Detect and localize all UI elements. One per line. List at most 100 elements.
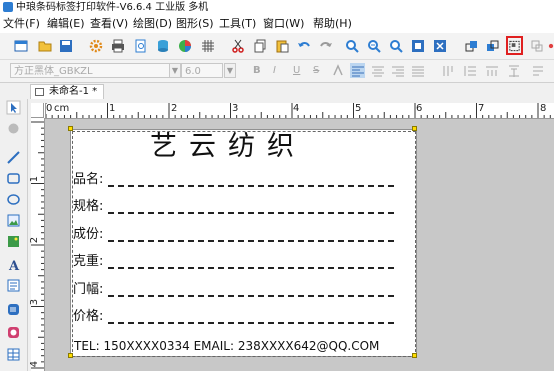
menu-draw[interactable]: 绘图(D) xyxy=(133,17,172,31)
print-icon[interactable] xyxy=(110,38,125,53)
ruler-num-2: 2 xyxy=(171,103,178,114)
multiline-text-tool-icon[interactable] xyxy=(5,277,22,294)
settings-gear-icon[interactable] xyxy=(88,38,103,53)
new-file-icon[interactable] xyxy=(13,38,28,53)
font-name-select[interactable]: 方正黑体_GBKZL xyxy=(10,63,170,78)
text-wrap-icon[interactable] xyxy=(530,63,545,78)
field-label-width[interactable]: 门幅: xyxy=(73,282,103,298)
svg-text:A: A xyxy=(8,259,20,272)
barcode-tool-icon[interactable] xyxy=(5,301,22,318)
field-line-name[interactable] xyxy=(108,185,394,187)
color-wheel-icon[interactable] xyxy=(177,38,192,53)
undo-icon[interactable] xyxy=(296,38,311,53)
field-label-name[interactable]: 品名: xyxy=(73,172,103,188)
copy-icon[interactable] xyxy=(252,38,267,53)
left-ruler-ticks xyxy=(31,121,44,369)
field-label-price[interactable]: 价格: xyxy=(73,309,103,325)
zoom-out-icon[interactable] xyxy=(366,38,381,53)
document-tab[interactable]: 未命名-1 * xyxy=(30,84,105,99)
print-preview-icon[interactable] xyxy=(133,38,148,53)
font-name-dropdown-icon[interactable]: ▼ xyxy=(169,63,181,78)
label-contact-line[interactable]: TEL: 150XXXX0334 EMAIL: 238XXXX642@QQ.CO… xyxy=(74,339,379,353)
send-back-icon[interactable] xyxy=(485,38,500,53)
group-objects-icon[interactable] xyxy=(506,36,523,55)
ruler-num-5: 5 xyxy=(355,103,362,114)
image-tool-icon[interactable] xyxy=(5,212,22,229)
app-icon xyxy=(3,2,13,12)
grid-icon[interactable] xyxy=(200,38,215,53)
label-title[interactable]: 艺云纺织 xyxy=(150,132,306,162)
font-size-dropdown-icon[interactable]: ▼ xyxy=(224,63,236,78)
database-icon[interactable] xyxy=(155,38,170,53)
font-size-select[interactable]: 6.0 xyxy=(181,63,223,78)
italic-button[interactable]: I xyxy=(273,64,276,77)
char-spacing-icon[interactable] xyxy=(484,63,499,78)
picture-tool-icon[interactable] xyxy=(5,233,22,250)
left-ruler: 1 2 3 4 xyxy=(29,118,45,371)
table-tool-icon[interactable] xyxy=(5,346,22,363)
document-tab-label: 未命名-1 * xyxy=(49,86,98,97)
vertical-text-icon[interactable] xyxy=(440,63,455,78)
font-color-icon[interactable] xyxy=(330,63,345,78)
field-line-weight[interactable] xyxy=(108,267,394,269)
menu-file[interactable]: 文件(F) xyxy=(3,17,40,31)
ruler-corner xyxy=(31,103,44,118)
select-pointer-icon[interactable] xyxy=(5,99,22,116)
menu-view[interactable]: 查看(V) xyxy=(90,17,128,31)
ellipse-tool-icon[interactable] xyxy=(5,191,22,208)
resize-handle-tl[interactable] xyxy=(68,126,73,131)
strikethrough-button[interactable]: S xyxy=(313,64,319,77)
ungroup-objects-icon[interactable] xyxy=(529,38,544,53)
menu-shape[interactable]: 图形(S) xyxy=(176,17,214,31)
text-tool-icon[interactable]: A xyxy=(5,256,22,273)
text-fit-icon[interactable] xyxy=(506,63,521,78)
line-tool-icon[interactable] xyxy=(5,149,22,166)
field-line-width[interactable] xyxy=(108,295,394,297)
align-center-icon[interactable] xyxy=(370,63,385,78)
qrcode-tool-icon[interactable] xyxy=(5,324,22,341)
window-title: 中琅条码标签打印软件-V6.6.4 工业版 多机 xyxy=(16,2,209,13)
ruler-num-3: 3 xyxy=(232,103,239,114)
menu-window[interactable]: 窗口(W) xyxy=(263,17,304,31)
zoom-in-icon[interactable] xyxy=(344,38,359,53)
open-folder-icon[interactable] xyxy=(37,38,52,53)
field-line-spec[interactable] xyxy=(108,212,394,214)
redo-icon[interactable] xyxy=(318,38,333,53)
zoom-actual-icon[interactable] xyxy=(432,38,447,53)
align-right-icon[interactable] xyxy=(390,63,405,78)
ruler-num-1: 1 xyxy=(109,103,116,114)
bring-front-icon[interactable] xyxy=(464,38,479,53)
hand-pan-icon[interactable] xyxy=(5,120,22,137)
rectangle-tool-icon[interactable] xyxy=(5,170,22,187)
line-spacing-icon[interactable] xyxy=(462,63,477,78)
left-ruler-num-3: 3 xyxy=(29,298,41,306)
menu-help[interactable]: 帮助(H) xyxy=(313,17,352,31)
field-label-composition[interactable]: 成份: xyxy=(73,227,103,243)
format-toolbar: 方正黑体_GBKZL ▼ 6.0 ▼ B I U S xyxy=(0,60,554,83)
resize-handle-tr[interactable] xyxy=(412,126,417,131)
menu-edit[interactable]: 编辑(E) xyxy=(47,17,85,31)
field-line-price[interactable] xyxy=(108,322,394,324)
field-line-composition[interactable] xyxy=(108,240,394,242)
left-ruler-num-2: 2 xyxy=(29,236,41,244)
main-toolbar xyxy=(0,33,554,60)
field-label-weight[interactable]: 克重: xyxy=(73,254,103,270)
underline-button[interactable]: U xyxy=(293,64,300,77)
resize-handle-br[interactable] xyxy=(412,353,417,358)
field-label-spec[interactable]: 规格: xyxy=(73,199,103,215)
paste-icon[interactable] xyxy=(274,38,289,53)
zoom-page-icon[interactable] xyxy=(410,38,425,53)
document-tab-bar: 未命名-1 * xyxy=(0,83,554,99)
zoom-fit-icon[interactable] xyxy=(388,38,403,53)
cut-icon[interactable] xyxy=(230,38,245,53)
resize-handle-bl[interactable] xyxy=(68,353,73,358)
align-left-icon[interactable] xyxy=(350,63,365,78)
align-justify-icon[interactable] xyxy=(410,63,425,78)
bold-button[interactable]: B xyxy=(253,64,261,77)
title-bar: 中琅条码标签打印软件-V6.6.4 工业版 多机 xyxy=(0,0,554,15)
more-tools-icon[interactable] xyxy=(548,38,554,53)
left-toolbox: A xyxy=(0,99,28,371)
menu-tools[interactable]: 工具(T) xyxy=(219,17,256,31)
save-icon[interactable] xyxy=(58,38,73,53)
ruler-unit: cm xyxy=(54,103,70,114)
